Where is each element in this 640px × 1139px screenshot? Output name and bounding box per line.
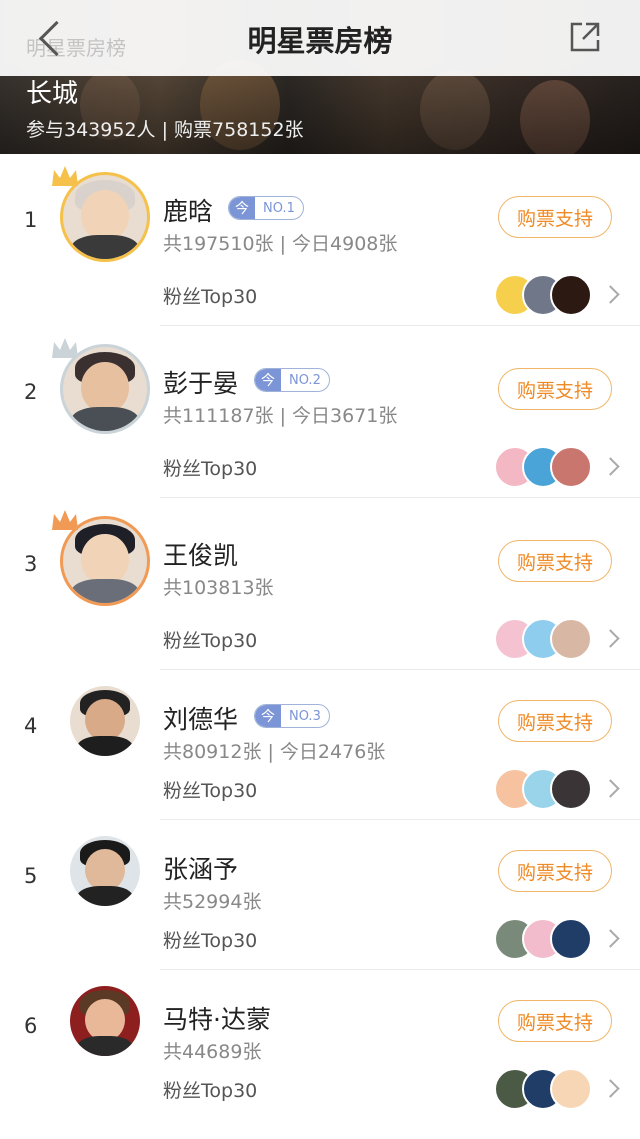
fan-avatar xyxy=(550,446,592,488)
chevron-right-icon[interactable] xyxy=(601,629,620,648)
rank-number: 5 xyxy=(24,864,38,888)
buy-ticket-button[interactable]: 购票支持 xyxy=(498,850,612,892)
nav-bar: 明星票房榜 明星票房榜 xyxy=(0,0,640,76)
rank-badge: 今 NO.2 xyxy=(254,368,330,392)
fan-avatars[interactable] xyxy=(494,1068,598,1110)
ticket-stats: 共44689张 xyxy=(163,1041,262,1063)
page-title: 明星票房榜 xyxy=(247,24,393,58)
chevron-right-icon[interactable] xyxy=(601,779,620,798)
list-item[interactable]: 2 彭于晏 今 NO.2 共111187张 | 今日3671张 购票支持 粉丝To… xyxy=(0,326,640,498)
rank-badge: 今 NO.1 xyxy=(228,196,304,220)
silver-crown-icon xyxy=(52,338,78,358)
rank-badge: 今 NO.3 xyxy=(254,704,330,728)
fan-avatar xyxy=(550,274,592,316)
bronze-crown-icon xyxy=(52,510,78,530)
ticket-stats: 共80912张 | 今日2476张 xyxy=(163,741,386,763)
fan-avatar xyxy=(550,618,592,660)
fans-label[interactable]: 粉丝Top30 xyxy=(163,1076,257,1103)
star-name: 刘德华 xyxy=(163,705,239,734)
fan-avatar xyxy=(550,1068,592,1110)
rank-number: 6 xyxy=(24,1014,38,1038)
avatar[interactable] xyxy=(52,338,150,434)
fan-avatars[interactable] xyxy=(494,274,598,316)
avatar[interactable] xyxy=(52,510,150,606)
ticket-stats: 共197510张 | 今日4908张 xyxy=(163,233,398,255)
avatar[interactable] xyxy=(60,982,150,1072)
buy-ticket-button[interactable]: 购票支持 xyxy=(498,368,612,410)
chevron-right-icon[interactable] xyxy=(601,1079,620,1098)
rank-number: 2 xyxy=(24,380,38,404)
rank-number: 3 xyxy=(24,552,38,576)
ticket-stats: 共111187张 | 今日3671张 xyxy=(163,405,398,427)
list-item[interactable]: 3 王俊凯 共103813张 购票支持 粉丝Top30 xyxy=(0,498,640,670)
fan-avatars[interactable] xyxy=(494,918,598,960)
fan-avatars[interactable] xyxy=(494,618,598,660)
chevron-right-icon[interactable] xyxy=(601,457,620,476)
list-item[interactable]: 5 张涵予 共52994张 购票支持 粉丝Top30 xyxy=(0,820,640,970)
fan-avatar xyxy=(550,768,592,810)
fans-label[interactable]: 粉丝Top30 xyxy=(163,454,257,481)
rank-number: 1 xyxy=(24,208,38,232)
rank-number: 4 xyxy=(24,714,38,738)
fans-label[interactable]: 粉丝Top30 xyxy=(163,926,257,953)
star-name: 张涵予 xyxy=(163,855,239,884)
fans-label[interactable]: 粉丝Top30 xyxy=(163,776,257,803)
avatar[interactable] xyxy=(52,166,150,262)
buy-ticket-button[interactable]: 购票支持 xyxy=(498,540,612,582)
chevron-right-icon[interactable] xyxy=(601,929,620,948)
buy-ticket-button[interactable]: 购票支持 xyxy=(498,1000,612,1042)
star-name: 鹿晗 xyxy=(163,197,214,226)
movie-stats: 参与343952人 | 购票758152张 xyxy=(26,119,304,141)
avatar[interactable] xyxy=(60,682,150,772)
buy-ticket-button[interactable]: 购票支持 xyxy=(498,196,612,238)
fan-avatars[interactable] xyxy=(494,446,598,488)
list-item[interactable]: 6 马特·达蒙 共44689张 购票支持 粉丝Top30 xyxy=(0,970,640,1120)
fan-avatars[interactable] xyxy=(494,768,598,810)
list-item[interactable]: 1 鹿晗 今 NO.1 共197510张 | 今日4908张 购票支持 粉丝Top… xyxy=(0,154,640,326)
ranking-list: 1 鹿晗 今 NO.1 共197510张 | 今日4908张 购票支持 粉丝Top… xyxy=(0,154,640,1120)
star-name: 王俊凯 xyxy=(163,541,239,570)
list-item[interactable]: 4 刘德华 今 NO.3 共80912张 | 今日2476张 购票支持 粉丝Top… xyxy=(0,670,640,820)
avatar[interactable] xyxy=(60,832,150,922)
fans-label[interactable]: 粉丝Top30 xyxy=(163,282,257,309)
buy-ticket-button[interactable]: 购票支持 xyxy=(498,700,612,742)
ticket-stats: 共103813张 xyxy=(163,577,274,599)
fans-label[interactable]: 粉丝Top30 xyxy=(163,626,257,653)
star-name: 彭于晏 xyxy=(163,369,239,398)
share-icon[interactable] xyxy=(568,20,602,54)
chevron-right-icon[interactable] xyxy=(601,285,620,304)
movie-title: 长城 xyxy=(26,79,79,109)
gold-crown-icon xyxy=(52,166,78,186)
star-name: 马特·达蒙 xyxy=(163,1005,271,1034)
ticket-stats: 共52994张 xyxy=(163,891,262,913)
fan-avatar xyxy=(550,918,592,960)
